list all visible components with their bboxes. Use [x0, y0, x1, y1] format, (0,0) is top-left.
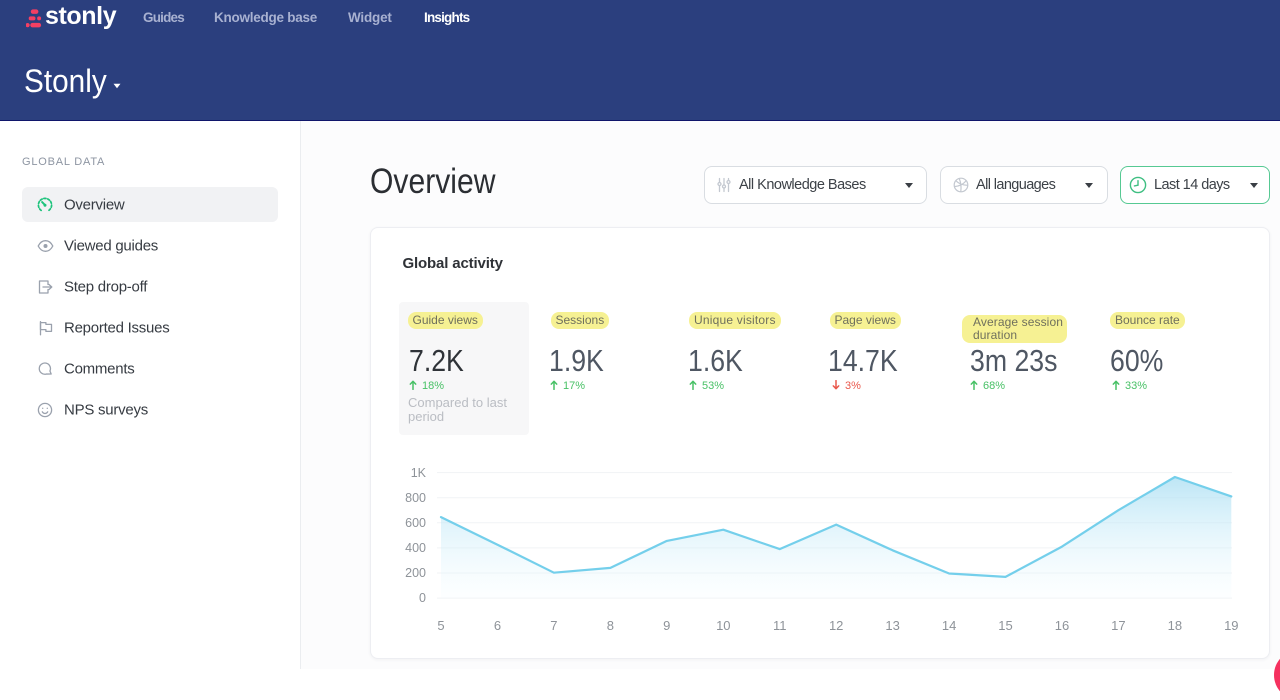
svg-text:6: 6: [494, 618, 501, 633]
svg-text:15: 15: [998, 618, 1012, 633]
svg-text:17: 17: [1111, 618, 1125, 633]
svg-text:19: 19: [1224, 618, 1238, 633]
svg-text:1K: 1K: [411, 466, 427, 480]
svg-text:8: 8: [607, 618, 614, 633]
svg-text:5: 5: [437, 618, 444, 633]
svg-text:11: 11: [773, 618, 787, 633]
svg-text:18: 18: [1168, 618, 1182, 633]
svg-text:0: 0: [419, 591, 426, 605]
svg-text:600: 600: [405, 516, 426, 530]
svg-text:400: 400: [405, 541, 426, 555]
svg-text:200: 200: [405, 566, 426, 580]
svg-text:800: 800: [405, 491, 426, 505]
svg-text:13: 13: [885, 618, 899, 633]
svg-text:7: 7: [550, 618, 557, 633]
svg-text:14: 14: [942, 618, 956, 633]
svg-text:16: 16: [1055, 618, 1069, 633]
svg-text:9: 9: [663, 618, 670, 633]
svg-text:12: 12: [829, 618, 843, 633]
svg-text:10: 10: [716, 618, 730, 633]
